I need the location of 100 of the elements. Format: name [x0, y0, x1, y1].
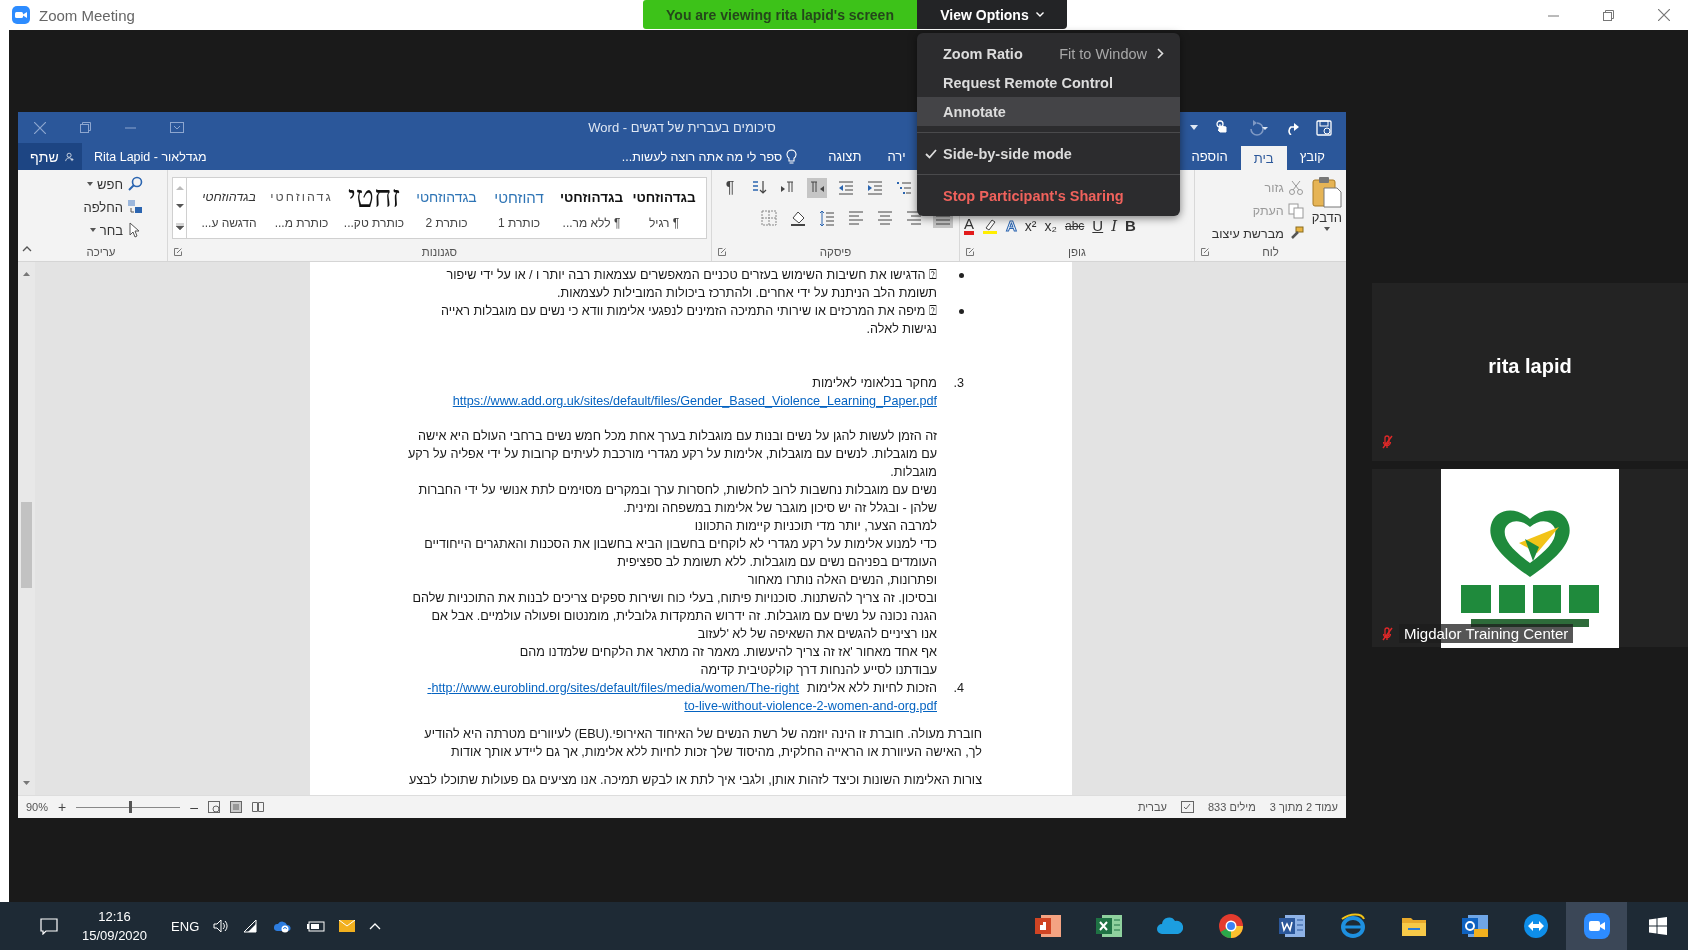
- zoom-out-button[interactable]: –: [190, 799, 198, 815]
- ribbon-tab[interactable]: קובץ: [1286, 143, 1338, 170]
- web-layout-icon[interactable]: [208, 801, 220, 813]
- ribbon-tab[interactable]: הוספה: [1178, 143, 1241, 170]
- wifi-icon[interactable]: [243, 919, 260, 933]
- speaker-icon[interactable]: [213, 919, 230, 933]
- dialog-launcher-icon[interactable]: [718, 248, 726, 256]
- envelope-icon[interactable]: [339, 920, 356, 932]
- input-language[interactable]: ENG: [171, 918, 200, 934]
- style-option[interactable]: בגדהוזחטי הדגשה ע...: [193, 178, 265, 238]
- decrease-indent-icon[interactable]: [836, 178, 856, 198]
- italic-button[interactable]: I: [1111, 216, 1118, 235]
- save-icon[interactable]: [1316, 119, 1332, 136]
- page-indicator[interactable]: עמוד 2 מתוך 3: [1269, 801, 1338, 813]
- caret-icon: [1323, 227, 1330, 231]
- restore-icon[interactable]: [1603, 9, 1614, 21]
- time-text: 12:16: [98, 908, 131, 926]
- touch-icon[interactable]: [1214, 119, 1228, 136]
- word-count[interactable]: 833 מילים: [1208, 801, 1256, 813]
- tell-me-field[interactable]: ספר לי מה אתה רוצה לעשות...: [621, 143, 798, 170]
- caret-icon[interactable]: [1190, 124, 1198, 131]
- caret-icon: [1035, 12, 1044, 17]
- menu-item[interactable]: Stop Participant's Sharing: [917, 181, 1180, 210]
- document-app-icon[interactable]: [1278, 913, 1305, 939]
- style-option[interactable]: גדהוזחטי כותרת מ...: [265, 178, 338, 238]
- style-name: כותרת 2: [425, 216, 468, 230]
- underline-button[interactable]: U: [1092, 216, 1104, 235]
- highlighter-icon[interactable]: [982, 217, 998, 234]
- menu-item[interactable]: Annotate: [917, 97, 1180, 126]
- mail-app-icon[interactable]: [1461, 913, 1488, 939]
- proofing-icon[interactable]: [1181, 801, 1194, 813]
- close-icon[interactable]: [34, 121, 46, 134]
- ribbon-button[interactable]: בחר: [39, 220, 143, 240]
- dialog-launcher-icon[interactable]: [174, 248, 182, 256]
- list-number: 3.: [953, 375, 964, 392]
- align-right-icon[interactable]: [904, 208, 924, 228]
- link[interactable]: http://www.euroblind.org/sites/default/files/media/women/The-right-: [427, 679, 800, 697]
- share-button[interactable]: שתף: [18, 143, 82, 170]
- paragraph: זה הזמן לעשות להגן על נשים ובנות עם מוגבלות בערך אחת מכל חמש נשים ברחבי העולם היא אישה עם מוגבלות. לנשים עם מוגבלות, אלימות על רקע מגדרי מורכבת לעיתים קרובות על ידי אפליה על רקע מוגבלות. נשים עם מוגבלות נחשבות לרוב לחלשות, לחסרות ערך ובמקרים מסוימים לתת אנושי על ידי החברות שלהן - ובגלל זה יש סיכון מוגבר של אלימות במשפחה ומינית. למרבה הצער, יותר מדי תוכניות קיימות התכוונו כדי למנוע אלימות על רקע מגדרי לא לוקחים בחשבון הביא בחשבון את הסכנות והאתגרים הייחודיים העומדים בפניהם נשים עם מוגבלות. ללא תשומת לב ספציפית ופתרונות, הנשים האלה נותרו מאחור ובסיכון. זה צריך להשתנות. סוכנויות פיתוח, בעלי כוח ושירות ספקים צריכים לבנות את התוכניות שלהם הגנה נכונה על נשים עם מוגבלות. זה ידרוש התמקדות גלובלית, מומנטום ופעולה עולמיים. אבל אם אנו רציניים להגשים את השאיפה של לא 'לעזוב אף אחד מאחור 'אז זה צריך להיעשות. מאמר זה מתאר את הלקחים שלמדנו מהם עבודתנו לסייע להנחות דרך קולקטיבית קדימה: [406, 428, 937, 679]
- paste-button[interactable]: הדבק: [1311, 174, 1342, 243]
- chat-bubble-icon[interactable]: [40, 917, 58, 935]
- ribbon-button[interactable]: חפש: [39, 174, 143, 194]
- ribbon-tab[interactable]: בית: [1240, 146, 1287, 170]
- zoom-level[interactable]: 90%: [26, 801, 49, 813]
- ribbon-tab[interactable]: תצוגה: [815, 143, 875, 170]
- clock[interactable]: 12:16 15/09/2020: [82, 907, 148, 945]
- more-icon[interactable]: [175, 223, 184, 231]
- group-label: לוח: [1262, 246, 1279, 258]
- menu-item[interactable]: Side-by-side mode: [917, 139, 1180, 168]
- battery-icon[interactable]: [307, 920, 326, 932]
- globe-icon[interactable]: [1339, 913, 1366, 939]
- video-camera-icon[interactable]: [1583, 913, 1610, 939]
- presentation-app-icon[interactable]: [1034, 913, 1061, 939]
- slider-thumb[interactable]: [129, 801, 133, 813]
- spreadsheet-app-icon[interactable]: [1095, 913, 1122, 939]
- zoom-in-button[interactable]: +: [58, 799, 67, 815]
- superscript-button[interactable]: x²: [1024, 216, 1037, 235]
- style-option[interactable]: זחטי כותרת טק...: [338, 178, 410, 238]
- video-camera-icon: [12, 6, 30, 24]
- browser-icon[interactable]: [1217, 913, 1244, 939]
- subscript-button[interactable]: x₂: [1044, 216, 1057, 235]
- link[interactable]: https://www.add.org.uk/sites/default/files/Gender_Based_Violence_Learning_Paper.pdf: [330, 392, 937, 410]
- collapse-icon[interactable]: [21, 246, 32, 252]
- strikethrough-button[interactable]: abc: [1064, 216, 1085, 235]
- search-icon: [127, 176, 143, 192]
- read-mode-icon[interactable]: [252, 801, 264, 813]
- scroll-thumb[interactable]: [21, 502, 32, 588]
- style-option[interactable]: דהוזחטי כותרת 1: [483, 178, 555, 238]
- menu-item[interactable]: Request Remote Control: [917, 68, 1180, 97]
- language-indicator[interactable]: עברית: [1137, 801, 1167, 813]
- style-option[interactable]: בגדהוזחטי ¶ רגיל: [628, 178, 700, 238]
- dialog-launcher-icon[interactable]: [1201, 248, 1209, 256]
- paragraph: ⍰ מיפה את המרכזים או שירותי התמיכה הזמינים לנפגעי אלימות וודא כי נשים עם מוגבלות ראייה נגישות לאלה.: [441, 303, 937, 338]
- sharing-banner: You are viewing rita lapid's screen: [643, 0, 917, 29]
- ribbon-tab[interactable]: ירה: [874, 143, 919, 170]
- windows-logo-icon[interactable]: [1648, 917, 1667, 935]
- bold-button[interactable]: B: [1125, 216, 1136, 235]
- style-name: ¶ ללא מר...: [562, 216, 621, 230]
- scroll-down-icon[interactable]: [175, 204, 184, 209]
- dialog-launcher-icon[interactable]: [966, 248, 974, 256]
- style-option[interactable]: בגדהוזחטי ¶ ללא מר...: [555, 178, 628, 238]
- view-options-button[interactable]: View Options: [917, 0, 1067, 29]
- right-to-left-icon[interactable]: [807, 178, 827, 198]
- paragraph: ⍰ הדגישו את חשיבות השימוש בעזרים טכניים המאפשרים עצמאות רבה יותר ו / או על ידי שיפור תשומת הלב הניתנת על ידי אחרים. ולהתרכז ביכולות המובילות לעצמאות.: [446, 267, 937, 302]
- cloud-sync-icon[interactable]: [273, 919, 294, 933]
- menu-item[interactable]: Zoom Ratio Fit to Window: [917, 39, 1180, 68]
- show-marks-button[interactable]: ¶: [720, 178, 740, 198]
- scissors-icon: [1287, 179, 1304, 196]
- ribbon-button[interactable]: החלפה: [39, 197, 143, 217]
- close-icon[interactable]: [1658, 9, 1670, 21]
- link[interactable]: to-live-without-violence-2-women-and-org.pdf: [330, 697, 937, 715]
- ribbon-display-icon[interactable]: [170, 122, 184, 133]
- ribbon-button[interactable]: מברשת עיצוב: [1211, 224, 1304, 243]
- scrollbar[interactable]: [18, 262, 35, 795]
- restore-icon[interactable]: [80, 122, 91, 133]
- chevron-right-icon: [1157, 48, 1164, 59]
- style-option[interactable]: בגדהוזחטי כותרת 2: [410, 178, 483, 238]
- print-layout-icon[interactable]: [230, 801, 242, 813]
- chevron-up-icon[interactable]: [369, 922, 382, 930]
- increase-indent-icon[interactable]: [865, 178, 885, 198]
